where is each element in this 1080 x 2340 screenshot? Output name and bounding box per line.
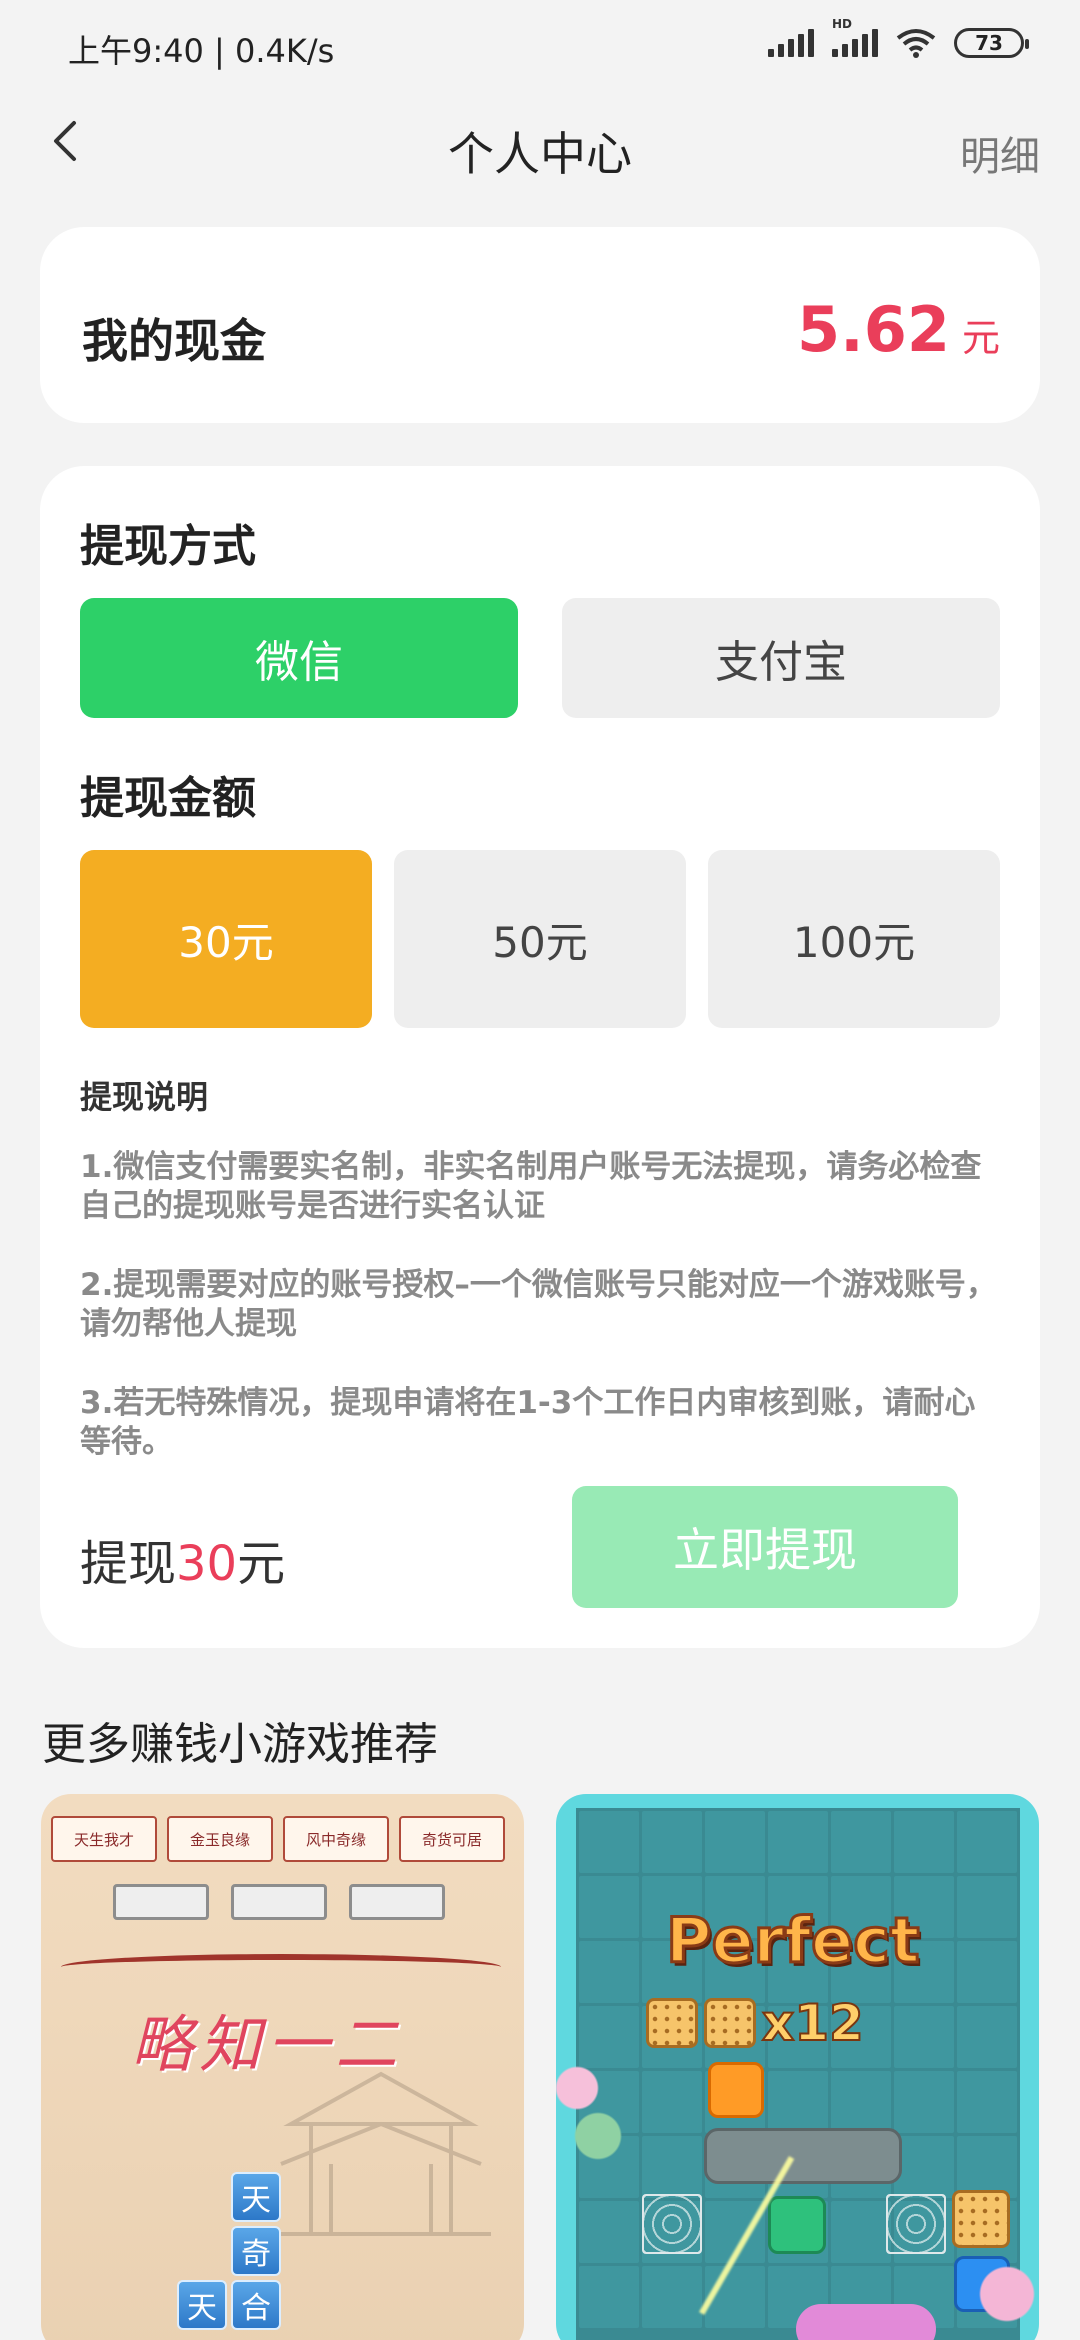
- cracker-icon: [704, 1998, 756, 2048]
- status-bar: 上午9:40 | 0.4K/s HD 73: [0, 0, 1080, 90]
- flower-decoration: [959, 2254, 1039, 2340]
- method-title: 提现方式: [80, 521, 256, 572]
- combo-display: x12: [646, 1993, 865, 2053]
- description-item: 1.微信支付需要实名制，非实名制用户账号无法提现，请务必检查自己的提现账号是否进…: [80, 1149, 982, 1224]
- method-alipay-button[interactable]: 支付宝: [562, 598, 1000, 718]
- cracker-icon: [646, 1998, 698, 2048]
- answer-slot: [349, 1884, 445, 1920]
- wifi-icon: [896, 29, 936, 58]
- detail-link[interactable]: 明细: [960, 124, 1040, 182]
- description-item: 3.若无特殊情况，提现申请将在1-3个工作日内审核到账，请耐心等待。: [80, 1385, 976, 1460]
- amount-title: 提现金额: [80, 773, 256, 824]
- temple-illustration: [271, 2071, 491, 2236]
- perfect-banner: Perfect: [664, 1903, 920, 1979]
- combo-count: x12: [761, 1993, 865, 2053]
- summary-prefix: 提现: [80, 1536, 177, 1592]
- withdraw-summary: 提现30元: [80, 1524, 285, 1594]
- game-tag: 天生我才: [51, 1816, 157, 1862]
- flower-decoration: [556, 2024, 626, 2184]
- character-tile: 合: [231, 2280, 281, 2330]
- character-tile: 天: [231, 2172, 281, 2222]
- cobweb-icon: [886, 2194, 946, 2254]
- summary-amount: 30: [176, 1536, 238, 1592]
- game-card-calligraphy[interactable]: 天生我才 金玉良缘 风中奇缘 奇货可居 略知一二 天 奇 天 合: [41, 1794, 524, 2340]
- signal-icon: [768, 29, 814, 57]
- answer-slot: [113, 1884, 209, 1920]
- summary-suffix: 元: [237, 1536, 286, 1592]
- character-tile: 奇: [231, 2226, 281, 2276]
- cash-label: 我的现金: [82, 314, 266, 368]
- withdraw-submit-button[interactable]: 立即提现: [572, 1486, 958, 1608]
- nav-bar: 个人中心 明细: [0, 90, 1080, 215]
- status-icons: HD 73: [768, 17, 1029, 58]
- cash-card: 我的现金 5.62 元: [40, 227, 1040, 423]
- game-tag: 风中奇缘: [283, 1816, 389, 1862]
- orange-block: [708, 2062, 764, 2118]
- character-tile: 天: [177, 2280, 227, 2330]
- pink-block: [796, 2304, 936, 2340]
- cobweb-icon: [642, 2194, 702, 2254]
- cash-amount: 5.62: [797, 293, 950, 366]
- hd-label: HD: [832, 17, 853, 31]
- description-title: 提现说明: [80, 1078, 209, 1116]
- game-tag: 金玉良缘: [167, 1816, 273, 1862]
- battery-icon: 73: [954, 28, 1029, 58]
- answer-slot: [231, 1884, 327, 1920]
- withdraw-card: 提现方式 微信 支付宝 提现金额 30元 50元 100元 提现说明 1.微信支…: [40, 466, 1040, 1648]
- game-tag: 奇货可居: [399, 1816, 505, 1862]
- cash-value: 5.62 元: [797, 293, 1000, 366]
- game-card-perfect[interactable]: Perfect x12: [556, 1794, 1039, 2340]
- cracker-icon: [952, 2190, 1010, 2248]
- amount-100-button[interactable]: 100元: [708, 850, 1000, 1028]
- cash-unit: 元: [961, 316, 1000, 360]
- method-wechat-button[interactable]: 微信: [80, 598, 518, 718]
- amount-30-button[interactable]: 30元: [80, 850, 372, 1028]
- recommend-title: 更多赚钱小游戏推荐: [42, 1719, 438, 1770]
- amount-50-button[interactable]: 50元: [394, 850, 686, 1028]
- signal-hd-icon: HD: [832, 17, 878, 57]
- page-title: 个人中心: [448, 127, 632, 181]
- decorative-banner: [61, 1954, 501, 1980]
- description-item: 2.提现需要对应的账号授权–一个微信账号只能对应一个游戏账号，请勿帮他人提现: [80, 1267, 997, 1342]
- status-time: 上午9:40 | 0.4K/s: [68, 32, 335, 70]
